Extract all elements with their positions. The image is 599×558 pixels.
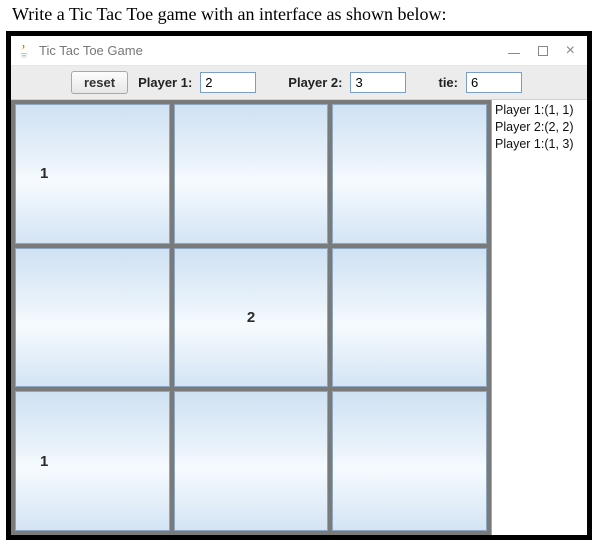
problem-instruction: Write a Tic Tac Toe game with an interfa…: [0, 0, 599, 31]
cell-2-0[interactable]: 1: [15, 391, 170, 531]
minimize-icon[interactable]: [508, 53, 520, 54]
cell-1-1[interactable]: 2: [174, 248, 329, 388]
reset-button[interactable]: reset: [71, 71, 128, 94]
tie-label: tie:: [438, 75, 458, 90]
cell-1-2[interactable]: [332, 248, 487, 388]
maximize-icon[interactable]: [538, 46, 548, 56]
game-board: 1 2 1: [11, 100, 491, 535]
cell-2-1[interactable]: [174, 391, 329, 531]
tie-score-input[interactable]: [466, 72, 522, 93]
window-control-buttons: ×: [508, 45, 581, 57]
player1-score-input[interactable]: [200, 72, 256, 93]
player1-label: Player 1:: [138, 75, 192, 90]
move-log: Player 1:(1, 1) Player 2:(2, 2) Player 1…: [491, 100, 587, 535]
application-window: Tic Tac Toe Game × reset Player 1: Playe…: [6, 31, 592, 540]
close-icon[interactable]: ×: [566, 45, 575, 57]
main-content: 1 2 1 Player 1:(1, 1) Player 2:(2, 2) Pl…: [11, 100, 587, 535]
window-title: Tic Tac Toe Game: [39, 43, 143, 58]
cell-2-2[interactable]: [332, 391, 487, 531]
java-icon: [17, 43, 33, 59]
window-titlebar: Tic Tac Toe Game ×: [11, 36, 587, 66]
score-toolbar: reset Player 1: Player 2: tie:: [11, 66, 587, 100]
cell-0-1[interactable]: [174, 104, 329, 244]
cell-0-0[interactable]: 1: [15, 104, 170, 244]
player2-score-input[interactable]: [350, 72, 406, 93]
cell-0-2[interactable]: [332, 104, 487, 244]
cell-1-0[interactable]: [15, 248, 170, 388]
player2-label: Player 2:: [288, 75, 342, 90]
